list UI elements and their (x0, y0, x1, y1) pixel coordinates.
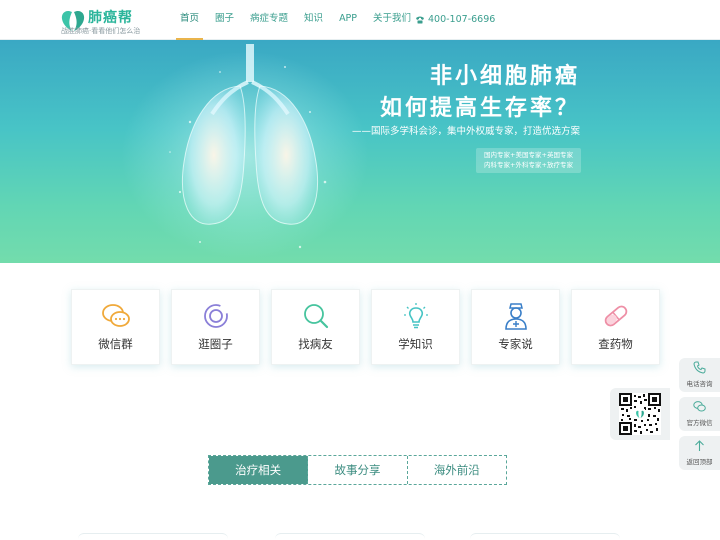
tab-treatment[interactable]: 治疗相关 (209, 456, 309, 484)
wechat-icon (102, 304, 130, 327)
banner-title-line2: 如何提高生存率？ (379, 96, 580, 121)
phone-consult-icon (693, 361, 706, 374)
nav-item-about[interactable]: 关于我们 (365, 0, 419, 40)
content-tabs: 治疗相关 故事分享 海外前沿 (208, 455, 507, 485)
card-find-patients[interactable]: 找病友 (271, 289, 360, 365)
logo-slogan: 战胜肺癌·看看他们怎么治 (61, 27, 141, 35)
nav-item-knowledge[interactable]: 知识 (296, 0, 331, 40)
top-header: 肺癌帮 战胜肺癌·看看他们怎么治 首页 圈子 病症专题 知识 APP 关于我们 … (0, 0, 720, 40)
float-wechat-label: 官方微信 (686, 419, 713, 427)
banner-subtitle: ——国际多学科会诊，集中外权威专家，打造优选方案 (351, 126, 580, 137)
banner-title-line1: 非小细胞肺癌 (429, 64, 580, 89)
card-circle[interactable]: 逛圈子 (171, 289, 260, 365)
phone-icon (416, 16, 424, 24)
header-phone[interactable]: 400-107-6696 (415, 0, 495, 40)
float-back-top-label: 返回顶部 (686, 458, 713, 466)
search-icon (304, 304, 329, 329)
pill-icon (604, 305, 628, 327)
article-cards-preview (70, 533, 650, 540)
tab-stories[interactable]: 故事分享 (308, 456, 408, 484)
logo-name: 肺癌帮 (88, 10, 133, 26)
card-label: 找病友 (298, 337, 333, 351)
nav-item-app[interactable]: APP (331, 0, 365, 40)
float-phone-label: 电话咨询 (686, 380, 713, 388)
wechat-official-icon (693, 401, 706, 412)
card-label: 学知识 (398, 337, 433, 351)
hero-banner[interactable]: 非小细胞肺癌 如何提高生存率？ ——国际多学科会诊，集中外权威专家，打造优选方案… (0, 40, 720, 263)
card-check-drugs[interactable]: 查药物 (571, 289, 660, 365)
main-nav: 首页 圈子 病症专题 知识 APP 关于我们 (172, 0, 419, 40)
card-label: 微信群 (98, 337, 133, 351)
site-logo[interactable]: 肺癌帮 战胜肺癌·看看他们怎么治 (60, 7, 170, 35)
card-label: 专家说 (498, 337, 533, 351)
wechat-qr-panel (610, 388, 670, 440)
card-label: 逛圈子 (198, 337, 233, 351)
wechat-qr-code (619, 393, 661, 435)
card-learn-knowledge[interactable]: 学知识 (371, 289, 460, 365)
arrow-up-icon (695, 440, 704, 451)
nav-item-topics[interactable]: 病症专题 (242, 0, 296, 40)
banner-tag-line2: 内科专家+外科专家+放疗专家 (484, 161, 573, 169)
float-back-top-button[interactable]: 返回顶部 (679, 436, 720, 470)
doctor-icon (505, 303, 527, 330)
card-expert-says[interactable]: 专家说 (471, 289, 560, 365)
tab-overseas[interactable]: 海外前沿 (408, 456, 506, 484)
card-wechat-group[interactable]: 微信群 (71, 289, 160, 365)
card-label: 查药物 (598, 337, 633, 351)
banner-expert-tags: 国内专家+美国专家+英国专家 内科专家+外科专家+放疗专家 (476, 148, 581, 173)
float-phone-button[interactable]: 电话咨询 (679, 358, 720, 392)
banner-tag-line1: 国内专家+美国专家+英国专家 (484, 151, 573, 159)
nav-item-circle[interactable]: 圈子 (207, 0, 242, 40)
float-wechat-button[interactable]: 官方微信 (679, 397, 720, 431)
lightbulb-icon (404, 303, 428, 329)
phone-number: 400-107-6696 (428, 14, 496, 25)
feature-cards: 微信群 逛圈子 找病友 学知识 专家说 查药物 (71, 289, 660, 367)
circle-icon (204, 304, 228, 328)
nav-item-home[interactable]: 首页 (172, 0, 207, 40)
